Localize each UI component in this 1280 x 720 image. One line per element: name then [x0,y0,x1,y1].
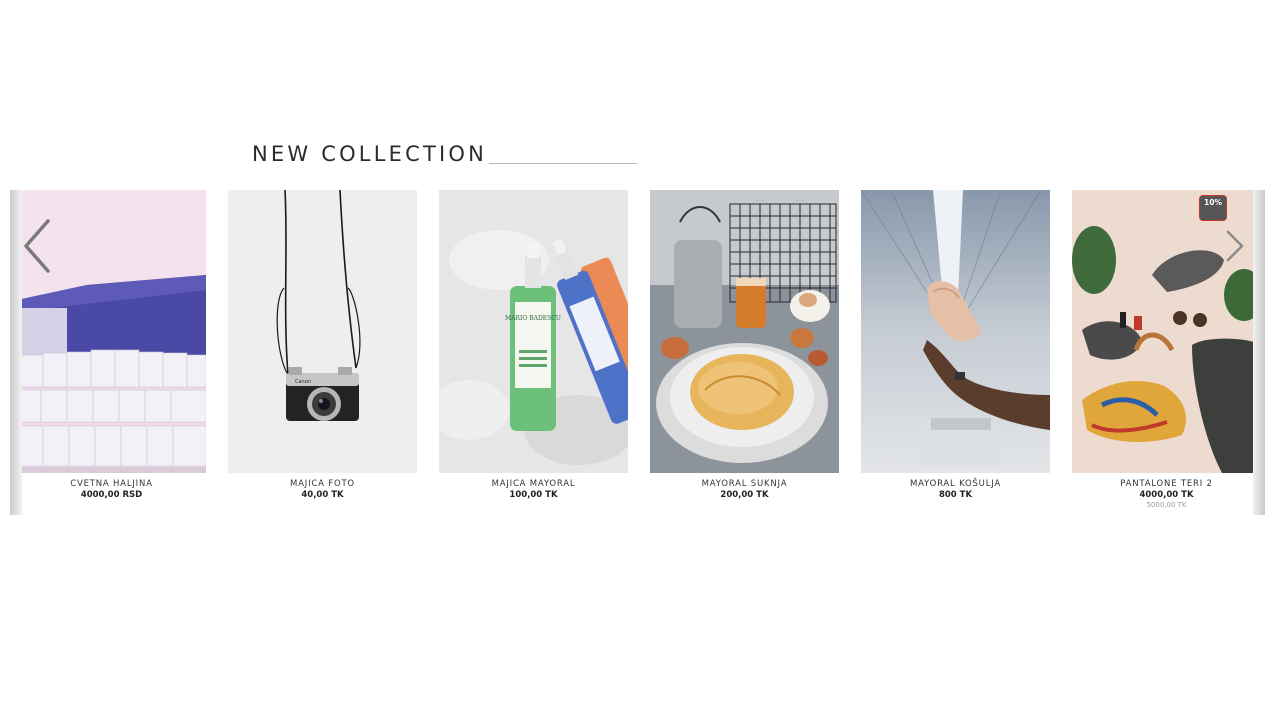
product-card[interactable]: MAYORAL KOŠULJA 800 TK [861,190,1050,509]
product-name[interactable]: PANTALONE TERI 2 [1072,479,1261,489]
section-title: NEW COLLECTION [252,142,487,166]
product-price: 100,00 TK [509,490,558,500]
product-price: 800 TK [938,490,973,500]
product-image-camera[interactable]: Canon [228,190,417,473]
product-card[interactable]: Canon MAJICA FOTO 40,00 TK [228,190,417,509]
camera-brand-text: Canon [295,379,311,385]
product-image-sprays[interactable]: MARIO BADESCU [439,190,628,473]
product-image-sneaker[interactable] [861,190,1050,473]
heading-underline [489,163,637,164]
section-heading: NEW COLLECTION [252,140,637,168]
product-name[interactable]: MAYORAL KOŠULJA [861,479,1050,489]
product-name[interactable]: MAYORAL SUKNJA [650,479,839,489]
product-image-pancakes[interactable] [650,190,839,473]
product-price: 4000,00 RSD [80,490,143,500]
product-price: 200,00 TK [720,490,769,500]
product-price: 40,00 TK [301,490,344,500]
product-price: 4000,00 TK [1139,490,1194,500]
discount-badge: 10% [1199,195,1227,221]
product-name[interactable]: MAJICA MAYORAL [439,479,628,489]
carousel-left-edge [10,190,22,515]
bottle-brand-text: MARIO BADESCU [505,315,561,322]
product-card[interactable]: MAYORAL SUKNJA 200,00 TK [650,190,839,509]
product-name[interactable]: CVETNA HALJINA [17,479,206,489]
carousel-right-edge [1253,190,1265,515]
product-carousel: CVETNA HALJINA 4000,00 RSD Canon MAJICA … [10,190,1265,515]
product-card[interactable]: MARIO BADESCU MAJICA MAYORAL 100,00 TK [439,190,628,509]
page: NEW COLLECTION CVETNA HALJINA 4000,00 RS… [0,0,1280,720]
product-old-price: 5000,00 TK [1146,501,1187,509]
carousel-next-button[interactable] [1225,230,1245,266]
carousel-track: CVETNA HALJINA 4000,00 RSD Canon MAJICA … [17,190,1261,509]
chevron-left-icon [24,219,50,273]
chevron-right-icon [1226,230,1244,262]
product-name[interactable]: MAJICA FOTO [228,479,417,489]
carousel-prev-button[interactable] [22,218,52,278]
